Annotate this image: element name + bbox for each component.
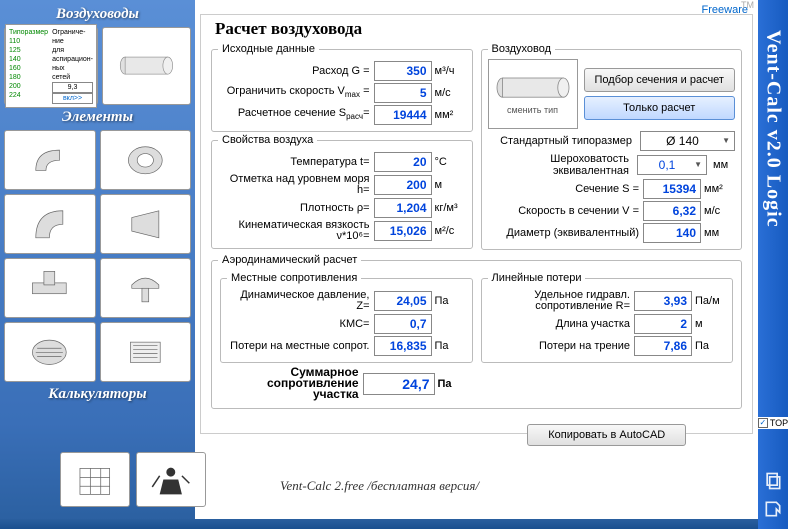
- app-title: Vent-Calc v2.0 Logic: [762, 30, 785, 228]
- d-label: Диаметр (эквивалентный): [488, 228, 644, 239]
- duct-group: Воздуховод сменить тип Подбор сечения и …: [481, 43, 743, 250]
- loss-local-output: [374, 336, 432, 356]
- v-unit: м/с: [701, 205, 735, 217]
- tee-item[interactable]: [4, 258, 96, 318]
- input-data-group: Исходные данные Расход G = м³/ч Ограничи…: [211, 43, 473, 132]
- std-size-label: Стандартный типоразмер: [488, 135, 641, 147]
- dynp-label: Динамическое давление, Z=: [227, 290, 374, 312]
- dynp-output: [374, 291, 432, 311]
- bend-item[interactable]: [4, 194, 96, 254]
- r-unit: Па/м: [692, 295, 726, 307]
- kmc-input[interactable]: [374, 314, 432, 334]
- alt-label: Отметка над уровнем моря h=: [218, 174, 374, 196]
- copy-icon[interactable]: [763, 471, 783, 491]
- aero-group: Аэродинамический расчет Местные сопротив…: [211, 254, 742, 409]
- tm-label: TM: [741, 0, 754, 10]
- sum-output: [363, 373, 435, 395]
- pick-section-button[interactable]: Подбор сечения и расчет: [584, 68, 736, 92]
- transition-item[interactable]: [100, 194, 192, 254]
- dens-unit: кг/м³: [432, 202, 466, 214]
- local-loss-group: Местные сопротивления Динамическое давле…: [220, 272, 473, 363]
- elbow-item[interactable]: [4, 130, 96, 190]
- vmax-input[interactable]: [374, 83, 432, 103]
- std-size-dropdown[interactable]: Ø 140: [640, 131, 735, 151]
- v-output: [643, 201, 701, 221]
- dynp-unit: Па: [432, 295, 466, 307]
- top-toggle[interactable]: ✓TOP: [755, 417, 788, 429]
- coil-item[interactable]: [100, 322, 192, 382]
- r-label: Удельное гидравл. сопротивление R=: [488, 290, 635, 312]
- lin-legend: Линейные потери: [488, 272, 586, 284]
- flow-input[interactable]: [374, 61, 432, 81]
- vmax-label: Ограничить скорость Vmax =: [218, 86, 374, 100]
- bottom-bar: [0, 519, 758, 529]
- copy-autocad-button[interactable]: Копировать в AutoCAD: [527, 424, 686, 446]
- elements-header: Элементы: [4, 109, 191, 126]
- section-label: Расчетное сечение Sрасч=: [218, 108, 374, 122]
- export-icon[interactable]: [763, 499, 783, 519]
- section-unit: мм²: [432, 109, 466, 121]
- air-legend: Свойства воздуха: [218, 134, 317, 146]
- linear-loss-group: Линейные потери Удельное гидравл. сопрот…: [481, 272, 734, 363]
- grille-item[interactable]: [4, 322, 96, 382]
- duct-legend: Воздуховод: [488, 43, 556, 55]
- ducts-header: Воздуховоды: [4, 6, 191, 23]
- input-legend: Исходные данные: [218, 43, 319, 55]
- dens-label: Плотность ρ=: [218, 203, 374, 214]
- loss-local-unit: Па: [432, 340, 466, 352]
- fric-label: Потери на трение: [488, 341, 635, 352]
- temp-unit: °C: [432, 156, 466, 168]
- page-title: Расчет воздуховода: [209, 19, 744, 39]
- rough-label: Шероховатость эквивалентная: [488, 153, 638, 177]
- vmax-unit: м/с: [432, 87, 466, 99]
- calc-building[interactable]: [60, 452, 130, 507]
- aero-legend: Аэродинамический расчет: [218, 254, 361, 266]
- calc-only-button[interactable]: Только расчет: [584, 96, 736, 120]
- sum-label: Суммарное сопротивление участка: [224, 367, 363, 400]
- visc-output: [374, 221, 432, 241]
- calc-engineer[interactable]: [136, 452, 206, 507]
- reducer-item[interactable]: [100, 130, 192, 190]
- temp-input[interactable]: [374, 152, 432, 172]
- len-label: Длина участка: [488, 319, 635, 330]
- s-label: Сечение S =: [488, 184, 644, 195]
- cap-item[interactable]: [100, 258, 192, 318]
- change-type-label: сменить тип: [507, 105, 558, 115]
- calcs-header: Калькуляторы: [4, 386, 191, 403]
- fric-unit: Па: [692, 340, 726, 352]
- rough-dropdown[interactable]: 0,1: [637, 155, 707, 175]
- kmc-label: КМС=: [227, 319, 374, 330]
- d-output: [643, 223, 701, 243]
- sum-unit: Па: [435, 378, 469, 390]
- len-input[interactable]: [634, 314, 692, 334]
- alt-input[interactable]: [374, 175, 432, 195]
- s-unit: мм²: [701, 183, 735, 195]
- s-output: [643, 179, 701, 199]
- rough-unit: мм: [707, 159, 735, 171]
- v-label: Скорость в сечении V =: [488, 206, 644, 217]
- temp-label: Температура t=: [218, 157, 374, 168]
- air-props-group: Свойства воздуха Температура t= °C Отметк…: [211, 134, 473, 249]
- local-legend: Местные сопротивления: [227, 272, 361, 284]
- round-duct-item[interactable]: [102, 27, 191, 105]
- duct-table-item[interactable]: Типоразмер110125140160180200224 Ограниче…: [4, 27, 98, 105]
- fric-output: [634, 336, 692, 356]
- footer-text: Vent-Calc 2.free /бесплатная версия/: [280, 478, 479, 494]
- d-unit: мм: [701, 227, 735, 239]
- alt-unit: м: [432, 179, 466, 191]
- duct-type-selector[interactable]: сменить тип: [488, 59, 578, 129]
- loss-local-label: Потери на местные сопрот.: [227, 341, 374, 352]
- visc-label: Кинематическая вязкость ν*10⁶=: [218, 220, 374, 242]
- right-sidebar: Vent-Calc v2.0 Logic ✓TOP: [758, 0, 788, 529]
- dens-output: [374, 198, 432, 218]
- flow-unit: м³/ч: [432, 65, 466, 77]
- main-panel: Расчет воздуховода Исходные данные Расхо…: [200, 14, 753, 434]
- section-output: [374, 105, 432, 125]
- flow-label: Расход G =: [218, 66, 374, 77]
- r-output: [634, 291, 692, 311]
- len-unit: м: [692, 318, 726, 330]
- visc-unit: м²/с: [432, 225, 466, 237]
